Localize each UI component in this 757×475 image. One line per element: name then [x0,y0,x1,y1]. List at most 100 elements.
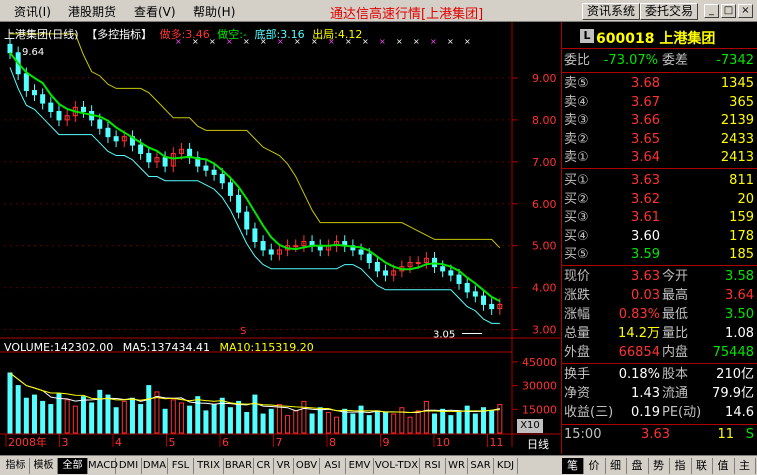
quote-tab[interactable]: 笔 [562,458,584,474]
row-label: 买② [564,191,589,207]
sell-row[interactable]: 卖② 3.65 2433 [564,131,756,149]
quote-tab[interactable]: 价 [584,458,606,474]
indicator-tab[interactable]: ASI [320,458,346,474]
row-volume: 811 [729,173,754,188]
sell-row[interactable]: 卖④ 3.67 365 [564,94,756,112]
indicator-tab[interactable]: OBV [294,458,320,474]
row-label: 卖④ [564,94,589,110]
volume-bar [252,394,258,434]
candle-body [7,43,13,54]
indicator-tab[interactable]: CR [254,458,274,474]
sell-row[interactable]: 卖① 3.64 2413 [564,149,756,167]
indicator-tab[interactable]: 全部 [58,458,88,474]
indicator-tab[interactable]: 模板 [30,458,58,474]
indicator-tab[interactable]: DMI [116,458,142,474]
x-tick-label: 9 [383,436,390,447]
trade-button[interactable]: 委托交易 [640,3,699,20]
ma5-value: MA5:137434.41 [122,341,210,354]
candle-body [105,127,111,138]
sell-row[interactable]: 卖⑤ 3.68 1345 [564,75,756,93]
volume-bar [211,404,217,434]
volume-bar [227,407,233,434]
x-tick-label: 8 [329,436,336,447]
quote-tab[interactable]: 指 [670,458,692,474]
stat-value: 75448 [712,345,754,360]
quote-tab[interactable]: 主 [734,458,756,474]
row-label: 买④ [564,228,589,244]
menu-hk-futures[interactable]: 港股期货 [68,3,116,20]
volume-bar [121,400,127,434]
menu-info[interactable]: 资讯(I) [14,3,51,20]
candle-body [383,270,389,276]
indicator-tab[interactable]: BRAR [224,458,254,474]
indicator-tab[interactable]: VR [274,458,294,474]
volume-bar [48,404,54,434]
candle-body [260,241,266,251]
x-tick-label: 10 [436,436,450,447]
menu-view[interactable]: 查看(V) [134,3,176,20]
stat-row: 现价 3.63 今开 3.58 [564,268,756,286]
info-system-button[interactable]: 资讯系统 [582,3,641,20]
indicator-tab[interactable]: FSL [168,458,194,474]
candle-body [415,262,421,264]
candle-body [219,173,225,184]
indicator-name[interactable]: 【多控指标】 [86,28,152,41]
zoom-x10-button[interactable]: X10 [517,419,543,433]
buy-row[interactable]: 买② 3.62 20 [564,191,756,209]
row-price: 3.61 [631,210,660,225]
indicator-tab[interactable]: DMA [142,458,168,474]
buy-row[interactable]: 买① 3.63 811 [564,172,756,190]
buy-row[interactable]: 买⑤ 3.59 185 [564,246,756,264]
indicator-tab[interactable]: KDJ [494,458,518,474]
price-tick-label: 8.00 [532,114,557,127]
volume-bar [162,408,168,434]
minimize-icon[interactable]: _ [704,4,719,18]
kline-chart[interactable]: 9.00 8.00 7.00 6.00 5.00 4.00 3.00 2008年 3 4 5 6 7 8 9… [0,22,560,451]
row-volume: 178 [729,228,754,244]
volume-tick-label: 30000 [522,380,557,393]
indicator-tab[interactable]: RSI [420,458,446,474]
indicator-tab[interactable]: SAR [468,458,494,474]
menu-bar: 资讯(I) 港股期货 查看(V) 帮助(H) 通达信高速行情[上港集团] 资讯系… [0,0,757,22]
sell-row[interactable]: 卖③ 3.66 2139 [564,112,756,130]
quote-tab[interactable]: 盘 [627,458,649,474]
row-price: 3.62 [631,191,660,207]
volume-info-line: VOLUME:142302.00 MA5:137434.41 MA10:1153… [4,341,320,354]
period-label[interactable]: 日线 [527,436,549,452]
indicator-tab[interactable]: WR [446,458,468,474]
quote-tab[interactable]: 联 [691,458,713,474]
volume-bar [358,405,364,434]
app-title: 通达信高速行情[上港集团] [330,7,484,22]
menu-help[interactable]: 帮助(H) [193,3,235,20]
volume-bar [301,400,307,434]
row-price: 3.63 [631,173,660,188]
row-volume: 20 [737,191,754,207]
quote-tab[interactable]: 势 [648,458,670,474]
row-volume: 1345 [720,76,754,91]
indicator-tab[interactable]: 指标 [2,458,30,474]
candle-body [113,136,119,142]
indicator-tab[interactable]: EMV [346,458,374,474]
row-label: 卖② [564,131,589,147]
close-icon[interactable]: × [738,4,753,18]
indicator-tab[interactable]: VOL-TDX [374,458,420,474]
volume-bar [236,400,242,434]
stat-row: 总量 14.2万 量比 1.08 [564,325,756,343]
x-tick-label: 7 [276,436,283,447]
quote-tab[interactable]: 值 [713,458,735,474]
buy-row[interactable]: 买③ 3.61 159 [564,209,756,227]
restore-icon[interactable]: □ [721,4,736,18]
x-tick-label: 4 [115,436,122,447]
quote-tab[interactable]: 细 [605,458,627,474]
candle-body [97,119,103,129]
volume-bar [113,407,119,434]
volume-bar [334,416,340,434]
volume-bar [293,410,299,434]
row-volume: 2433 [720,131,754,147]
buy-row[interactable]: 买④ 3.60 178 [564,228,756,246]
price-tick-label: 5.00 [532,240,557,253]
indicator-tab[interactable]: TRIX [194,458,224,474]
stat-label: PE(动) [662,405,702,420]
volume-bar [432,413,438,434]
indicator-tab[interactable]: MACD [88,458,118,474]
